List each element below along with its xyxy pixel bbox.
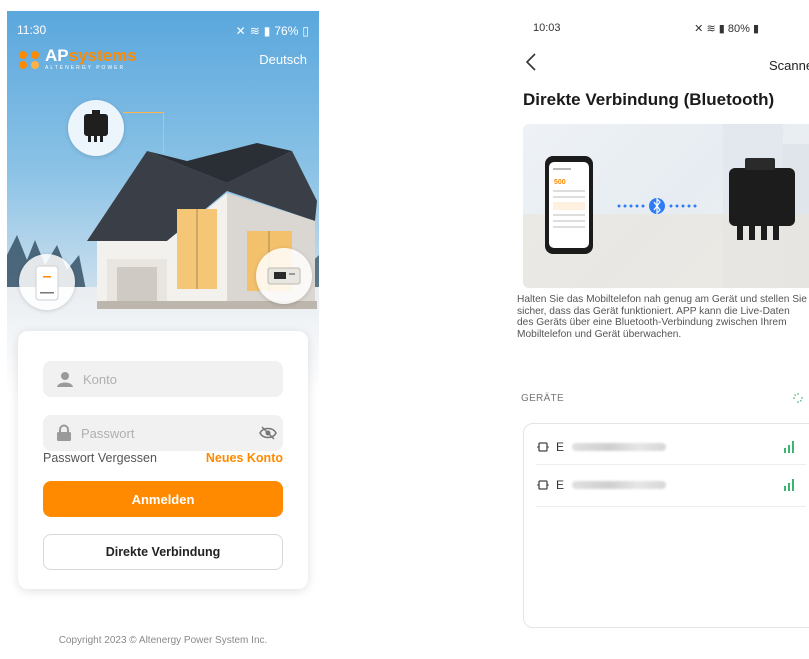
inverter-icon: [84, 110, 108, 142]
account-input[interactable]: [81, 360, 283, 398]
device-chip-icon: [536, 478, 550, 492]
battery-percent: 80%: [727, 23, 750, 35]
scanner-button[interactable]: Scanner: [769, 58, 809, 73]
device-name: E: [556, 440, 565, 454]
eye-off-icon[interactable]: [259, 423, 277, 443]
cell-signal-icon: ▮: [718, 23, 725, 35]
device-list: E E: [523, 423, 809, 628]
logo-systems: systems: [68, 46, 137, 65]
language-selector[interactable]: Deutsch: [259, 52, 307, 67]
apsystems-logo: APsystems ALTENERGY POWER: [17, 46, 137, 71]
forgot-password-link[interactable]: Passwort Vergessen: [43, 451, 157, 465]
login-screen: 11:30 ✕ ≋ ▮ 76% ▯ APsystems ALTENERGY PO…: [7, 11, 319, 659]
logo-tagline: ALTENERGY POWER: [45, 65, 126, 71]
row-divider: [536, 506, 806, 507]
password-field[interactable]: [43, 414, 283, 452]
password-input[interactable]: [79, 414, 259, 452]
battery-storage-icon: [35, 265, 59, 301]
inverter-bubble: [68, 100, 124, 156]
ecu-bubble: [256, 248, 312, 304]
status-icons: ✕ ≋ ▮ 76% ▯: [236, 23, 309, 39]
logo-mark-icon: [19, 51, 39, 69]
login-button[interactable]: Anmelden: [43, 481, 283, 517]
status-bar: 11:30 ✕ ≋ ▮ 76% ▯: [17, 23, 309, 39]
devices-label: GERÄTE: [521, 393, 564, 404]
battery-icon: ▮: [752, 23, 759, 35]
lock-icon: [55, 423, 73, 443]
signal-strength-icon: [784, 441, 794, 453]
login-card: Passwort Vergessen Neues Konto Anmelden …: [18, 331, 308, 589]
loading-spinner-icon: [793, 393, 803, 403]
signal-strength-icon: [784, 479, 794, 491]
row-divider: [536, 464, 806, 465]
status-icons: ✕ ≋ ▮ 80% ▮: [694, 22, 759, 35]
direct-connection-button[interactable]: Direkte Verbindung: [43, 534, 283, 570]
mute-icon: ✕: [694, 23, 704, 35]
device-id-redacted: [572, 443, 667, 451]
bluetooth-screen: 10:03 ✕ ≋ ▮ 80% ▮ Scanner Direkte Verbin…: [517, 0, 809, 659]
status-time: 10:03: [533, 22, 561, 34]
description-text: Halten Sie das Mobiltelefon nah genug am…: [517, 294, 807, 340]
phone-mock-value: 500: [554, 179, 566, 186]
cell-signal-icon: ▮: [263, 24, 271, 38]
mute-icon: ✕: [235, 24, 246, 38]
device-row[interactable]: E: [536, 472, 806, 498]
new-account-link[interactable]: Neues Konto: [206, 451, 283, 465]
login-links: Passwort Vergessen Neues Konto: [43, 451, 283, 465]
user-icon: [55, 369, 75, 389]
back-arrow-icon[interactable]: [525, 52, 537, 78]
bluetooth-illustration: 500: [523, 124, 809, 288]
wifi-icon: ≋: [706, 23, 716, 35]
battery-percent: 76%: [274, 24, 299, 38]
device-row[interactable]: E: [536, 434, 806, 460]
device-chip-icon: [536, 440, 550, 454]
copyright-text: Copyright 2023 © Altenergy Power System …: [58, 635, 268, 646]
account-field[interactable]: [43, 360, 283, 398]
battery-icon: ▯: [302, 24, 309, 38]
status-time: 11:30: [17, 23, 47, 37]
connector-line: [123, 112, 164, 153]
page-title: Direkte Verbindung (Bluetooth): [523, 90, 775, 109]
device-name: E: [556, 478, 565, 492]
status-bar: 10:03 ✕ ≋ ▮ 80% ▮: [533, 22, 799, 35]
device-id-redacted: [572, 481, 667, 489]
logo-ap: AP: [45, 46, 69, 65]
wifi-icon: ≋: [249, 24, 260, 38]
battery-bubble: [19, 254, 75, 310]
ecu-device-icon: [267, 267, 301, 285]
